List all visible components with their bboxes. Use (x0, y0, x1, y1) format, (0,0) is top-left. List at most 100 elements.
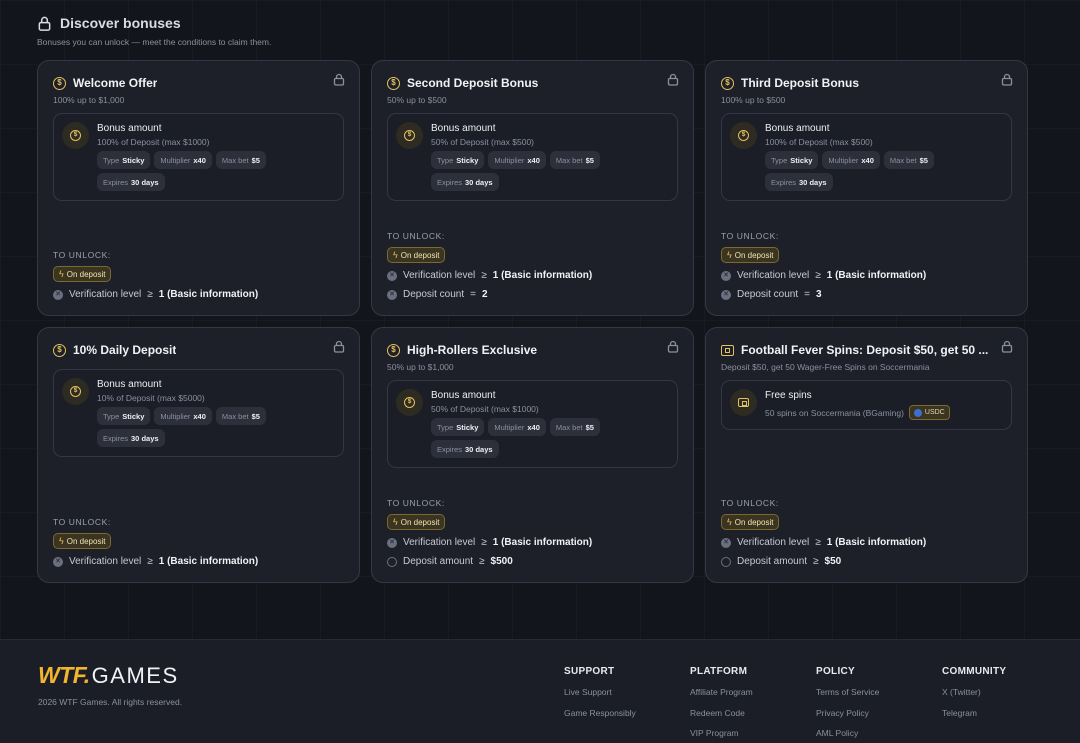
coin-icon: $ (53, 343, 66, 357)
coin-icon: $ (387, 343, 400, 357)
coin-icon: $ (387, 76, 400, 90)
bonus-label: Bonus amount (97, 379, 162, 390)
x-circle-icon: ✕ (721, 270, 731, 281)
card-title: High-Rollers Exclusive (407, 343, 538, 357)
footer-link[interactable]: VIP Program (690, 728, 753, 743)
footer-link[interactable]: Affiliate Program (690, 687, 753, 708)
coin-icon: $ (721, 76, 734, 90)
site-logo[interactable]: WTF. GAMES (38, 662, 179, 688)
bonus-ticket-icon (730, 389, 757, 416)
multiplier-chip: Multiplier x40 (488, 151, 546, 169)
x-circle-icon: ✕ (53, 289, 63, 300)
bonus-label: Free spins (765, 390, 812, 401)
bonus-coin-icon: $ (396, 122, 423, 149)
footer-link[interactable]: Redeem Code (690, 708, 753, 729)
footer-link[interactable]: Terms of Service (816, 687, 879, 708)
bonus-card[interactable]: $ Welcome Offer 100% up to $1,000 $ Bonu… (37, 60, 360, 316)
card-subtitle: Deposit $50, get 50 Wager-Free Spins on … (721, 362, 930, 372)
condition-row: ✕ Verification level ≥1 (Basic information… (721, 269, 1012, 282)
x-circle-icon: ✕ (387, 289, 397, 300)
lock-icon (38, 16, 51, 31)
type-chip: Type Sticky (765, 151, 819, 169)
footer: WTF. GAMES 2026 WTF Games. All rights re… (0, 639, 1080, 743)
unlock-label: TO UNLOCK: (387, 498, 445, 508)
bolt-icon: ϟ (393, 517, 398, 527)
copyright: 2026 WTF Games. All rights reserved. (38, 697, 183, 707)
footer-column-title: POLICY (816, 666, 856, 677)
card-title: Second Deposit Bonus (407, 76, 539, 90)
condition-row: ✕ Deposit count = 3 (721, 288, 1012, 301)
expires-chip: Expires 30 days (431, 173, 499, 191)
maxbet-chip: Max bet $5 (215, 151, 266, 169)
bonus-label: Bonus amount (765, 123, 830, 134)
bonus-card[interactable]: $ 10% Daily Deposit $ Bonus amount 10% o… (37, 327, 360, 583)
bonus-desc: 50 spins on Soccermania (BGaming) (765, 407, 904, 418)
unlock-label: TO UNLOCK: (721, 231, 779, 241)
page-subtitle: Bonuses you can unlock — meet the condit… (37, 37, 272, 47)
multiplier-chip: Multiplier x40 (154, 151, 212, 169)
bonus-label: Bonus amount (431, 390, 496, 401)
unlock-label: TO UNLOCK: (721, 498, 779, 508)
bonus-details: $ Bonus amount 100% of Deposit (max $100… (53, 113, 344, 201)
bolt-icon: ϟ (727, 250, 732, 260)
card-subtitle: 50% up to $1,000 (387, 362, 454, 372)
ticket-icon (721, 344, 734, 356)
condition-row: ✕ Verification level ≥1 (Basic information… (387, 536, 678, 549)
expires-chip: Expires 30 days (97, 429, 165, 447)
bonus-card[interactable]: Football Fever Spins: Deposit $50, get 5… (705, 327, 1028, 583)
bonus-coin-icon: $ (396, 389, 423, 416)
unlock-section: TO UNLOCK: ϟ On deposit ✕ Verification lev… (387, 498, 678, 568)
bonus-desc: 10% of Deposit (max $5000) (97, 393, 205, 403)
bonus-details: $ Bonus amount 100% of Deposit (max $500… (721, 113, 1012, 201)
card-title: Football Fever Spins: Deposit $50, get 5… (741, 343, 989, 357)
bonus-details: $ Bonus amount 50% of Deposit (max $1000… (387, 380, 678, 468)
footer-link[interactable]: AML Policy (816, 728, 879, 743)
card-title: Third Deposit Bonus (741, 76, 859, 90)
footer-column-title: SUPPORT (564, 666, 615, 677)
bonus-details: $ Bonus amount 50% of Deposit (max $500)… (387, 113, 678, 201)
card-subtitle: 100% up to $1,000 (53, 95, 125, 105)
x-circle-icon: ✕ (53, 556, 63, 567)
expires-chip: Expires 30 days (431, 440, 499, 458)
bonus-card[interactable]: $ Third Deposit Bonus 100% up to $500 $ … (705, 60, 1028, 316)
on-deposit-badge: ϟ On deposit (53, 533, 112, 549)
condition-row: ✕ Verification level ≥1 (Basic information… (53, 555, 344, 568)
unlock-section: TO UNLOCK: ϟ On deposit ✕ Verification lev… (721, 231, 1012, 301)
unlock-section: TO UNLOCK: ϟ On deposit ✕ Verification lev… (53, 517, 344, 568)
lock-icon (667, 73, 679, 86)
on-deposit-badge: ϟ On deposit (721, 247, 780, 263)
bonus-card[interactable]: $ Second Deposit Bonus 50% up to $500 $ … (371, 60, 694, 316)
empty-circle-icon (387, 556, 397, 567)
type-chip: Type Sticky (97, 151, 151, 169)
footer-column-platform: PLATFORM Affiliate Program Redeem Code V… (690, 666, 753, 743)
bonus-coin-icon: $ (62, 378, 89, 405)
footer-link[interactable]: Game Responsibly (564, 708, 636, 729)
footer-link[interactable]: X (Twitter) (942, 687, 1006, 708)
card-subtitle: 100% up to $500 (721, 95, 786, 105)
type-chip: Type Sticky (97, 407, 151, 425)
bonus-card[interactable]: $ High-Rollers Exclusive 50% up to $1,00… (371, 327, 694, 583)
lock-icon (1001, 73, 1013, 86)
maxbet-chip: Max bet $5 (215, 407, 266, 425)
bonus-desc: 100% of Deposit (max $1000) (97, 137, 210, 147)
coin-icon: $ (53, 76, 66, 90)
page-title: Discover bonuses (37, 14, 271, 32)
x-circle-icon: ✕ (387, 537, 397, 548)
bolt-icon: ϟ (727, 517, 732, 527)
lock-icon (667, 340, 679, 353)
condition-row: ✕ Deposit count = 2 (387, 288, 678, 301)
card-title: 10% Daily Deposit (73, 343, 177, 357)
on-deposit-badge: ϟ On deposit (721, 514, 780, 530)
on-deposit-badge: ϟ On deposit (387, 247, 446, 263)
condition-row: Deposit amount ≥ $500 (387, 555, 678, 568)
footer-link[interactable]: Privacy Policy (816, 708, 879, 729)
condition-row: ✕ Verification level ≥1 (Basic information… (387, 269, 678, 282)
footer-link[interactable]: Telegram (942, 708, 1006, 729)
bonus-label: Bonus amount (97, 123, 162, 134)
type-chip: Type Sticky (431, 418, 485, 436)
footer-link[interactable]: Live Support (564, 687, 636, 708)
multiplier-chip: Multiplier x40 (822, 151, 880, 169)
condition-row: Deposit amount ≥ $50 (721, 555, 1012, 568)
multiplier-chip: Multiplier x40 (154, 407, 212, 425)
unlock-label: TO UNLOCK: (53, 250, 111, 260)
